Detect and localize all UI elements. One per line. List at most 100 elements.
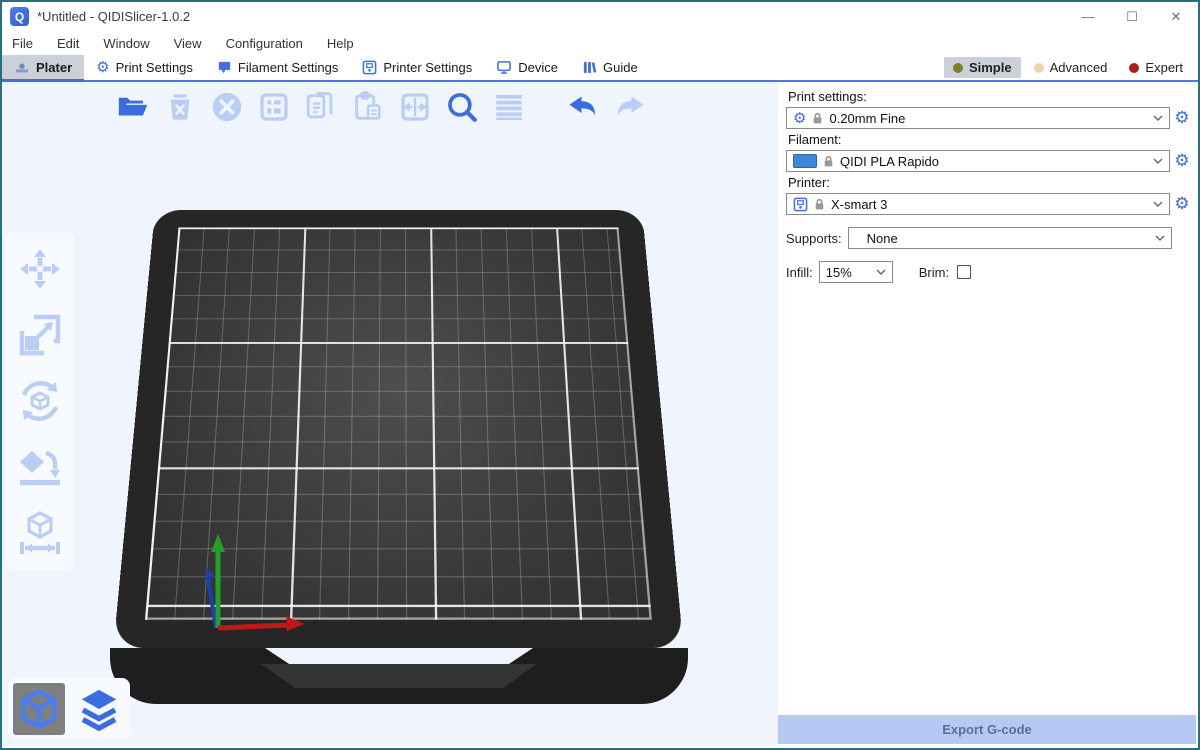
trash-icon: [164, 91, 196, 123]
delete-all-button[interactable]: [208, 88, 246, 126]
window-title: *Untitled - QIDISlicer-1.0.2: [37, 9, 190, 24]
variable-layer-height-button[interactable]: [490, 88, 528, 126]
export-gcode-button[interactable]: Export G-code: [778, 715, 1196, 744]
tab-label: Print Settings: [116, 60, 193, 75]
undo-button[interactable]: [564, 88, 602, 126]
filament-combo[interactable]: QIDI PLA Rapido: [786, 150, 1170, 172]
move-tool-button[interactable]: [15, 244, 65, 294]
split-instances-button[interactable]: [396, 88, 434, 126]
tab-device[interactable]: Device: [484, 55, 570, 80]
print-settings-icon: ⚙: [96, 60, 109, 75]
menubar: File Edit Window View Configuration Help: [2, 31, 1198, 55]
app-window: Q *Untitled - QIDISlicer-1.0.2 — ☐ ✕ Fil…: [0, 0, 1200, 750]
printer-small-icon: [793, 197, 808, 212]
place-on-face-tool-button[interactable]: [15, 442, 65, 492]
scale-icon: [16, 311, 64, 359]
menu-help[interactable]: Help: [327, 36, 354, 51]
chevron-down-icon: [1153, 201, 1163, 207]
copy-button[interactable]: [302, 88, 340, 126]
paste-button[interactable]: [349, 88, 387, 126]
edit-printer-button[interactable]: ⚙: [1170, 196, 1194, 213]
printer-combo[interactable]: X-smart 3: [786, 193, 1170, 215]
main-content: Print settings: ⚙ 0.20mm Fine ⚙ Filament…: [2, 82, 1198, 746]
toolbar-separator: [537, 88, 555, 126]
menu-file[interactable]: File: [12, 36, 33, 51]
mode-label: Simple: [969, 60, 1012, 75]
layer-lines-icon: [492, 90, 526, 124]
titlebar: Q *Untitled - QIDISlicer-1.0.2 — ☐ ✕: [2, 2, 1198, 31]
rotate-tool-button[interactable]: [15, 376, 65, 426]
app-logo-icon: Q: [10, 7, 29, 26]
measure-tool-button[interactable]: [15, 508, 65, 558]
tab-label: Guide: [603, 60, 638, 75]
tab-label: Printer Settings: [383, 60, 472, 75]
chevron-down-icon: [1153, 115, 1163, 121]
print-settings-combo[interactable]: ⚙ 0.20mm Fine: [786, 107, 1170, 129]
mode-advanced[interactable]: Advanced: [1025, 57, 1117, 78]
circle-x-icon: [210, 90, 244, 124]
filament-label: Filament:: [788, 132, 1194, 147]
chevron-down-icon: [1153, 158, 1163, 164]
lock-icon: [814, 198, 825, 211]
edit-print-settings-button[interactable]: ⚙: [1170, 110, 1194, 127]
mode-expert[interactable]: Expert: [1120, 57, 1192, 78]
menu-edit[interactable]: Edit: [57, 36, 79, 51]
origin-axes-indicator: [192, 510, 312, 640]
tab-label: Filament Settings: [238, 60, 338, 75]
cube-3d-view-icon: [17, 687, 61, 731]
window-controls: — ☐ ✕: [1066, 2, 1198, 31]
arrange-grid-icon: [258, 91, 290, 123]
edit-filament-button[interactable]: ⚙: [1170, 153, 1194, 170]
close-button[interactable]: ✕: [1154, 2, 1198, 31]
bed-handle-cutout: [265, 648, 533, 664]
measure-size-icon: [16, 509, 64, 557]
settings-panel: Print settings: ⚙ 0.20mm Fine ⚙ Filament…: [778, 82, 1198, 746]
tab-plater[interactable]: Plater: [2, 55, 84, 80]
layers-preview-icon: [76, 686, 122, 732]
view-mode-toggles: [8, 678, 130, 740]
maximize-button[interactable]: ☐: [1110, 2, 1154, 31]
delete-button[interactable]: [161, 88, 199, 126]
preview-view-button[interactable]: [73, 683, 125, 735]
brim-label: Brim:: [919, 265, 949, 280]
menu-view[interactable]: View: [174, 36, 202, 51]
supports-combo[interactable]: None: [848, 227, 1172, 249]
brim-checkbox[interactable]: [957, 265, 971, 279]
mode-simple[interactable]: Simple: [944, 57, 1021, 78]
infill-value: 15%: [826, 265, 870, 280]
plater-icon: [14, 60, 30, 76]
tab-print-settings[interactable]: ⚙ Print Settings: [84, 55, 205, 80]
supports-label: Supports:: [786, 231, 842, 246]
minimize-button[interactable]: —: [1066, 2, 1110, 31]
lock-icon: [823, 155, 834, 168]
infill-combo[interactable]: 15%: [819, 261, 893, 283]
scale-tool-button[interactable]: [15, 310, 65, 360]
lock-icon: [812, 112, 823, 125]
search-icon: [445, 90, 479, 124]
chevron-down-icon: [876, 269, 886, 275]
menu-window[interactable]: Window: [103, 36, 149, 51]
object-manipulation-toolbar: [6, 232, 74, 570]
redo-button[interactable]: [611, 88, 649, 126]
editor-view-button[interactable]: [13, 683, 65, 735]
viewport-3d[interactable]: [2, 82, 778, 746]
arrange-button[interactable]: [255, 88, 293, 126]
tab-guide[interactable]: Guide: [570, 55, 650, 80]
search-button[interactable]: [443, 88, 481, 126]
device-icon: [496, 60, 512, 75]
tab-filament-settings[interactable]: Filament Settings: [205, 55, 350, 80]
redo-icon: [612, 89, 648, 125]
tab-printer-settings[interactable]: Printer Settings: [350, 55, 484, 80]
menu-configuration[interactable]: Configuration: [226, 36, 303, 51]
place-on-face-icon: [16, 443, 64, 491]
open-file-button[interactable]: [114, 88, 152, 126]
printer-icon: [362, 60, 377, 75]
mode-label: Advanced: [1050, 60, 1108, 75]
print-settings-value: 0.20mm Fine: [829, 111, 1147, 126]
guide-icon: [582, 60, 597, 75]
filament-value: QIDI PLA Rapido: [840, 154, 1147, 169]
filament-icon: [217, 60, 232, 75]
printer-label: Printer:: [788, 175, 1194, 190]
expert-dot-icon: [1129, 63, 1139, 73]
bed-handle-grip: [246, 664, 552, 688]
